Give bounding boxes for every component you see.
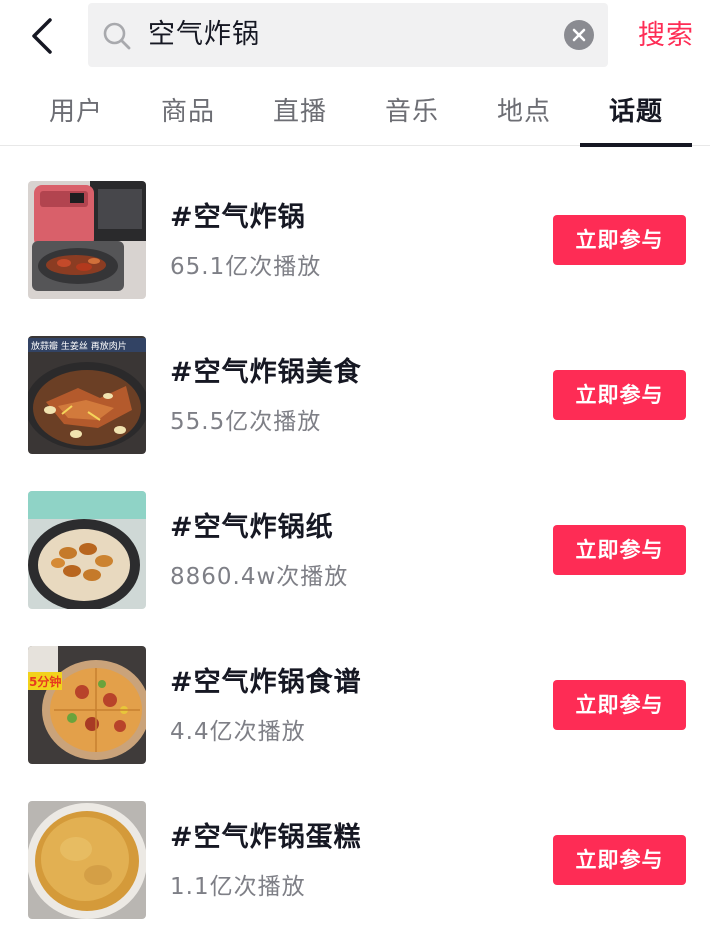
topic-thumbnail: 5分钟 bbox=[28, 646, 146, 764]
join-topic-button[interactable]: 立即参与 bbox=[553, 835, 686, 885]
topic-play-count: 4.4亿次播放 bbox=[170, 719, 306, 745]
search-icon bbox=[103, 22, 131, 50]
topic-thumbnail bbox=[28, 801, 146, 919]
join-topic-button[interactable]: 立即参与 bbox=[553, 680, 686, 730]
topic-play-count: 8860.4w次播放 bbox=[170, 564, 349, 590]
topic-title: #空气炸锅纸 bbox=[170, 512, 334, 543]
thumbnail-caption: 5分钟 bbox=[29, 674, 61, 689]
search-query-text: 空气炸锅 bbox=[148, 19, 260, 50]
thumbnail-caption: 放蒜瓣 生姜丝 再放肉片 bbox=[31, 340, 127, 352]
tab-music[interactable]: 音乐 bbox=[356, 76, 468, 146]
topic-play-count: 1.1亿次播放 bbox=[170, 874, 306, 900]
search-submit-button[interactable]: 搜索 bbox=[638, 14, 694, 58]
topic-thumbnail bbox=[28, 491, 146, 609]
topic-title: #空气炸锅食谱 bbox=[170, 667, 362, 698]
air-fryer-pizza-image: 5分钟 bbox=[28, 646, 146, 764]
search-category-tabs: 用户 商品 直播 音乐 地点 话题 bbox=[0, 76, 710, 147]
tab-live[interactable]: 直播 bbox=[244, 76, 356, 146]
back-button[interactable] bbox=[22, 14, 62, 58]
join-topic-button[interactable]: 立即参与 bbox=[553, 525, 686, 575]
topic-item[interactable]: #空气炸锅 65.1亿次播放 立即参与 bbox=[0, 147, 710, 302]
tab-products[interactable]: 商品 bbox=[132, 76, 244, 146]
topic-thumbnail: 放蒜瓣 生姜丝 再放肉片 bbox=[28, 336, 146, 454]
air-fryer-image bbox=[28, 181, 146, 299]
topic-item[interactable]: #空气炸锅纸 8860.4w次播放 立即参与 bbox=[0, 457, 710, 612]
topic-play-count: 55.5亿次播放 bbox=[170, 409, 322, 435]
join-topic-button[interactable]: 立即参与 bbox=[553, 215, 686, 265]
topic-item[interactable]: 放蒜瓣 生姜丝 再放肉片 #空气炸锅美食 55.5亿次播放 立即参与 bbox=[0, 302, 710, 457]
chevron-left-icon bbox=[32, 18, 52, 54]
topic-play-count: 65.1亿次播放 bbox=[170, 254, 322, 280]
search-header: 空气炸锅 搜索 bbox=[0, 0, 710, 72]
topic-title: #空气炸锅美食 bbox=[170, 357, 362, 388]
topic-title: #空气炸锅 bbox=[170, 202, 306, 233]
air-fryer-food-image: 放蒜瓣 生姜丝 再放肉片 bbox=[28, 336, 146, 454]
topic-item[interactable]: #空气炸锅蛋糕 1.1亿次播放 立即参与 bbox=[0, 767, 710, 922]
tab-topics[interactable]: 话题 bbox=[580, 76, 692, 147]
topic-thumbnail bbox=[28, 181, 146, 299]
air-fryer-cake-image bbox=[28, 801, 146, 919]
join-topic-button[interactable]: 立即参与 bbox=[553, 370, 686, 420]
air-fryer-paper-image bbox=[28, 491, 146, 609]
topic-title: #空气炸锅蛋糕 bbox=[170, 822, 362, 853]
clear-search-button[interactable] bbox=[564, 20, 594, 50]
tab-places[interactable]: 地点 bbox=[468, 76, 580, 146]
search-input[interactable]: 空气炸锅 bbox=[88, 3, 608, 67]
topic-item[interactable]: 5分钟 #空气炸锅食谱 4.4亿次播放 立即参与 bbox=[0, 612, 710, 767]
tab-users[interactable]: 用户 bbox=[20, 76, 132, 146]
close-icon bbox=[572, 28, 586, 42]
